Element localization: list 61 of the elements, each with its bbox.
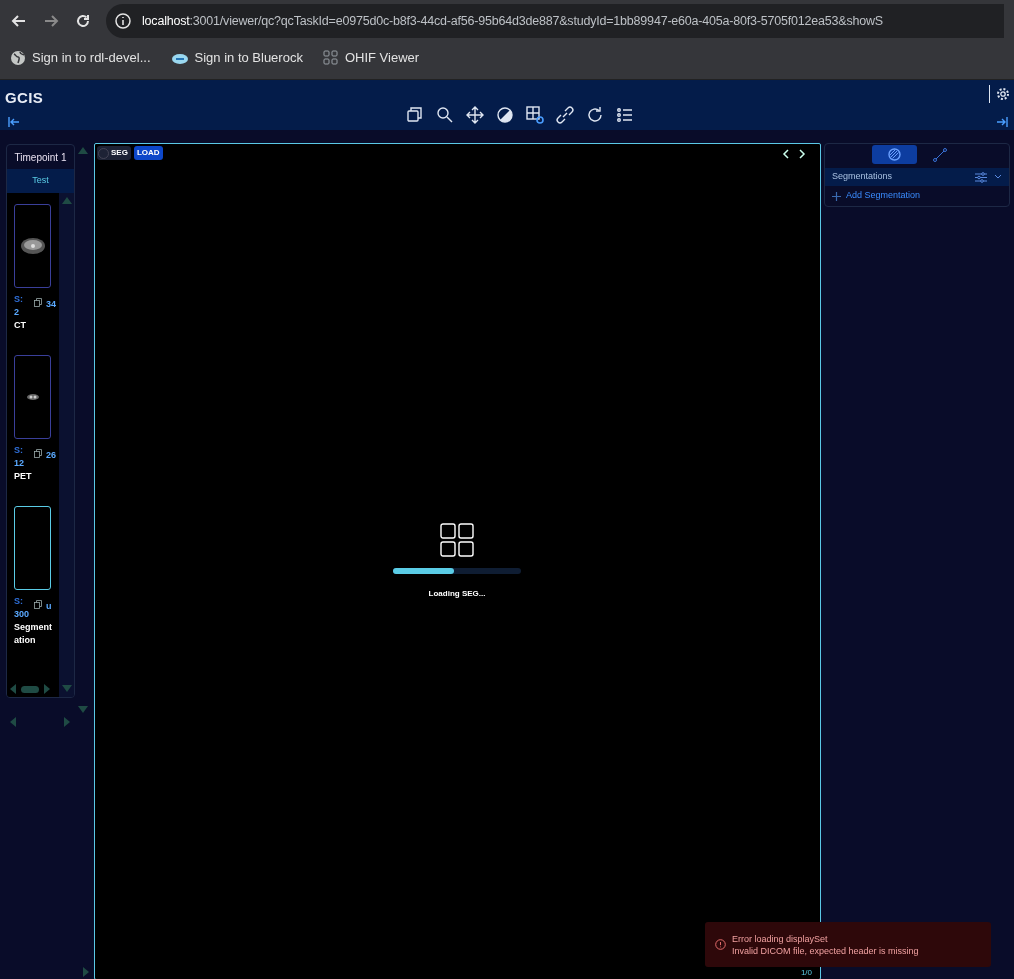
address-bar[interactable]: localhost:3001/viewer/qc?qcTaskId=e0975d0c-b8f3-44cd-af56-95b64d3de887&studyId=1bb89947-e60a-405a-80f3-5705f012ea53&showS	[106, 4, 1004, 38]
bookmark[interactable]: OHIF Viewer	[322, 48, 420, 68]
segmentations-header[interactable]: Segmentations	[825, 168, 1009, 186]
study-tab[interactable]: Test	[7, 169, 74, 193]
reload-icon[interactable]	[74, 12, 92, 30]
grid-settings-icon[interactable]	[525, 105, 545, 125]
contrast-icon[interactable]	[495, 105, 515, 125]
series-number: 2	[14, 306, 20, 319]
stack-icon[interactable]	[405, 105, 425, 125]
next-icon[interactable]	[798, 149, 806, 159]
alert-icon	[715, 939, 726, 950]
seg-badge: SEG	[97, 146, 131, 160]
collapse-right-icon[interactable]	[996, 117, 1008, 127]
series-label: S:	[14, 293, 24, 306]
loading-text: Loading SEG...	[428, 588, 486, 600]
series-label: S:	[14, 444, 24, 457]
collapse-left-icon[interactable]	[8, 117, 20, 127]
add-segmentation-button[interactable]: Add Segmentation	[825, 186, 928, 206]
load-button[interactable]: LOAD	[133, 146, 163, 160]
copy-icon	[34, 298, 42, 307]
instance-count: 26	[46, 449, 56, 462]
plus-icon	[832, 191, 841, 201]
bookmark[interactable]: Sign in to rdl-devel...	[10, 48, 151, 68]
scan-drawing	[25, 393, 40, 401]
series-number: 300	[14, 608, 31, 621]
series-number: 12	[14, 457, 25, 470]
striped-circle-icon	[888, 148, 901, 161]
image-counter: 1/0	[800, 967, 812, 979]
chevron-down-icon	[994, 174, 1002, 180]
copy-icon	[34, 600, 42, 609]
app-title: GCIS	[5, 88, 44, 108]
scan-drawing	[19, 236, 46, 256]
line-tool-icon	[932, 147, 947, 162]
modality-label: Segment ation	[14, 621, 53, 647]
grid-icon	[322, 50, 339, 66]
modality-label: CT	[14, 319, 27, 332]
copy-icon	[34, 449, 42, 458]
settings-icon[interactable]	[996, 87, 1010, 101]
instance-count: 34	[46, 298, 56, 311]
url-text: localhost:3001/viewer/qc?qcTaskId=e0975d0c-b8f3-44cd-af56-95b64d3de887&studyId=1bb89947-e60a-405a-80f3-5705f012ea53&showS	[142, 12, 883, 30]
bookmark[interactable]: Sign in to Bluerock	[170, 48, 303, 68]
series-thumbnail[interactable]	[14, 506, 51, 590]
search-icon[interactable]	[435, 105, 455, 125]
link-icon[interactable]	[555, 105, 575, 125]
scrollbar-thumb[interactable]	[21, 685, 39, 693]
ring-icon	[98, 147, 109, 159]
instance-count: u	[46, 600, 52, 613]
series-label: S:	[14, 595, 24, 608]
modality-label: PET	[14, 470, 33, 483]
list-icon[interactable]	[615, 105, 635, 125]
segmentation-tab[interactable]	[872, 145, 917, 164]
sliders-icon	[975, 171, 987, 183]
timepoint-label: Timepoint 1	[13, 150, 68, 165]
previous-icon[interactable]	[782, 149, 790, 159]
globe-icon	[10, 50, 26, 66]
series-thumbnail[interactable]	[14, 204, 51, 288]
loading-grid-icon	[440, 523, 474, 557]
move-icon[interactable]	[465, 105, 485, 125]
rotate-icon[interactable]	[585, 105, 605, 125]
info-icon	[114, 12, 132, 30]
series-thumbnail[interactable]	[14, 355, 51, 439]
